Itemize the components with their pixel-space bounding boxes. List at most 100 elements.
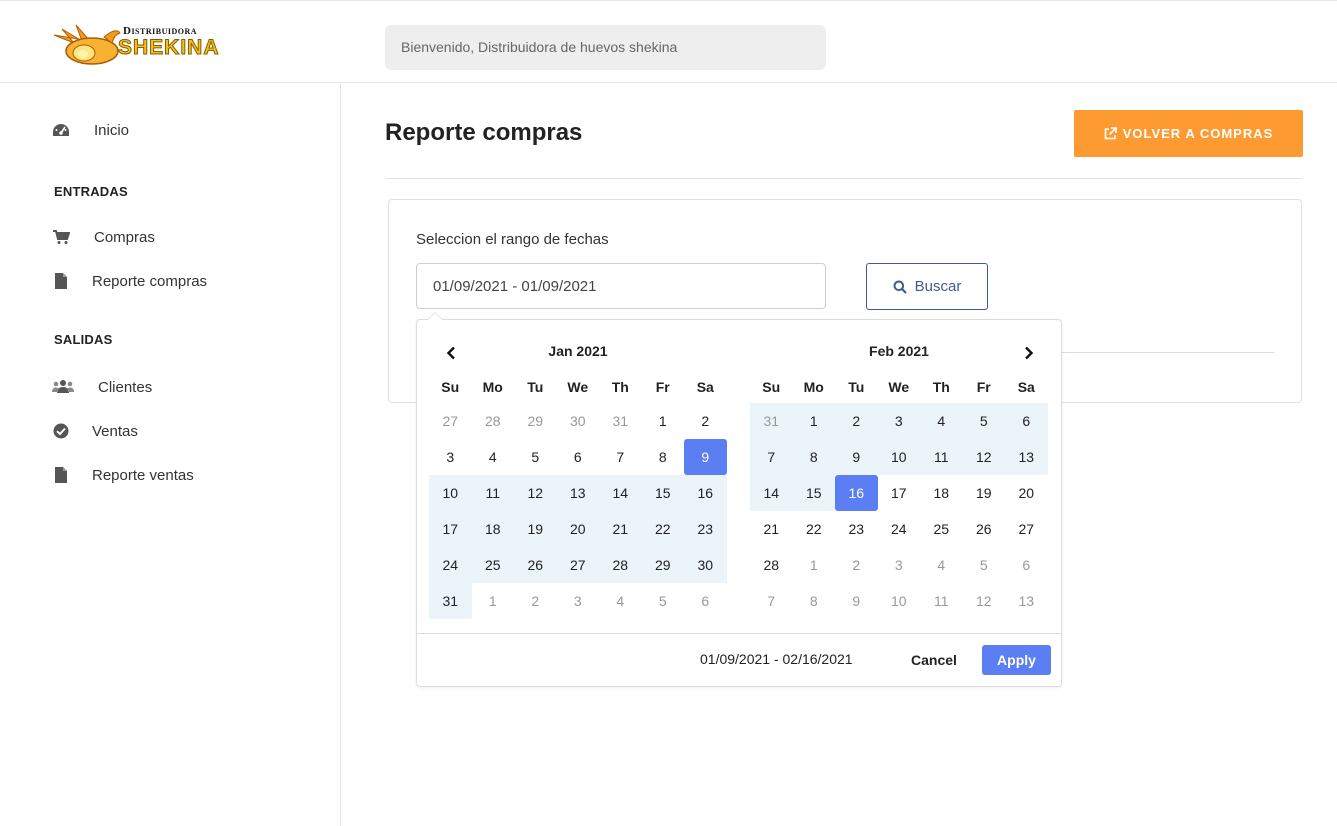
calendar-day[interactable]: 12 [514,475,557,511]
brand-logo[interactable]: Distribuidora SHEKINA [52,21,252,67]
calendar-day[interactable]: 4 [472,439,515,475]
calendar-day[interactable]: 24 [429,547,472,583]
card-divider [1062,352,1274,353]
calendar-day[interactable]: 2 [514,583,557,619]
calendar-day[interactable]: 7 [750,583,793,619]
calendar-day[interactable]: 13 [1005,583,1048,619]
calendar-day[interactable]: 6 [1005,403,1048,439]
calendar-day[interactable]: 29 [514,403,557,439]
calendar-day[interactable]: 14 [750,475,793,511]
calendar-day[interactable]: 2 [684,403,727,439]
calendar-day[interactable]: 16 [684,475,727,511]
calendar-day-selected[interactable]: 16 [835,475,878,511]
calendar-day[interactable]: 15 [641,475,684,511]
calendar-day[interactable]: 11 [471,475,514,511]
calendar-day[interactable]: 30 [684,547,727,583]
calendar-day[interactable]: 22 [793,511,836,547]
calendar-day[interactable]: 27 [556,547,599,583]
calendar-day[interactable]: 3 [429,439,472,475]
calendar-day[interactable]: 4 [920,547,963,583]
calendar-day[interactable]: 29 [641,547,684,583]
calendar-day[interactable]: 31 [429,583,472,619]
calendar-day[interactable]: 26 [514,547,557,583]
calendar-day[interactable]: 28 [472,403,515,439]
sidebar-item-reporte-ventas[interactable]: Reporte ventas [52,466,194,484]
calendar-day[interactable]: 9 [835,439,878,475]
calendar-day[interactable]: 1 [642,403,685,439]
calendar-day[interactable]: 15 [792,475,835,511]
calendar-day[interactable]: 20 [1005,475,1048,511]
calendar-day[interactable]: 14 [599,475,642,511]
calendar-day[interactable]: 17 [878,475,921,511]
back-to-compras-button[interactable]: VOLVER A COMPRAS [1074,110,1303,157]
calendar-day[interactable]: 30 [557,403,600,439]
calendar-day[interactable]: 6 [557,439,600,475]
date-range-input[interactable]: 01/09/2021 - 01/09/2021 [416,263,826,309]
calendar-day[interactable]: 5 [962,403,1005,439]
calendar-day[interactable]: 27 [1005,511,1048,547]
calendar-day[interactable]: 28 [599,547,642,583]
sidebar-item-clientes[interactable]: Clientes [52,378,152,396]
calendar-day[interactable]: 2 [835,403,878,439]
calendar-day[interactable]: 25 [471,547,514,583]
calendar-day[interactable]: 11 [920,583,963,619]
back-button-label: VOLVER A COMPRAS [1122,126,1274,141]
calendar-day[interactable]: 13 [556,475,599,511]
calendar-day[interactable]: 11 [920,439,963,475]
calendar-day[interactable]: 6 [1005,547,1048,583]
calendar-day[interactable]: 21 [750,511,793,547]
calendar-day[interactable]: 7 [750,439,793,475]
section-heading-entradas: ENTRADAS [54,184,128,199]
calendar-day[interactable]: 18 [471,511,514,547]
calendar-day[interactable]: 8 [793,583,836,619]
calendar-day[interactable]: 3 [557,583,600,619]
calendar-day[interactable]: 25 [920,511,963,547]
sidebar-item-inicio[interactable]: Inicio [52,121,129,139]
calendar-day[interactable]: 5 [963,547,1006,583]
sidebar-item-compras[interactable]: Compras [52,228,155,246]
calendar-day[interactable]: 6 [684,583,727,619]
calendar-day[interactable]: 26 [963,511,1006,547]
calendar-day[interactable]: 23 [684,511,727,547]
calendar-day[interactable]: 21 [599,511,642,547]
calendar-day[interactable]: 3 [878,547,921,583]
calendar-day[interactable]: 7 [599,439,642,475]
calendar-day[interactable]: 22 [641,511,684,547]
calendar-day[interactable]: 31 [750,403,793,439]
calendar-day[interactable]: 2 [835,547,878,583]
sidebar-item-ventas[interactable]: Ventas [52,422,138,440]
calendar-day[interactable]: 23 [835,511,878,547]
calendar-day[interactable]: 10 [878,583,921,619]
calendar-day[interactable]: 31 [599,403,642,439]
calendar-day[interactable]: 1 [793,547,836,583]
calendar-day[interactable]: 10 [877,439,920,475]
calendar-day[interactable]: 19 [514,511,557,547]
calendar-day[interactable]: 4 [920,403,963,439]
calendar-day[interactable]: 18 [920,475,963,511]
next-month-button[interactable] [1017,341,1041,365]
calendar-day[interactable]: 8 [792,439,835,475]
calendar-day[interactable]: 17 [429,511,472,547]
calendar-day[interactable]: 13 [1005,439,1048,475]
sidebar-item-reporte-compras[interactable]: Reporte compras [52,272,207,290]
calendar-day[interactable]: 4 [599,583,642,619]
calendar-day[interactable]: 12 [963,583,1006,619]
calendar-day[interactable]: 12 [962,439,1005,475]
calendar-day[interactable]: 5 [514,439,557,475]
calendar-day[interactable]: 1 [792,403,835,439]
search-button[interactable]: Buscar [866,263,988,310]
apply-button[interactable]: Apply [982,645,1051,675]
calendar-day[interactable]: 10 [429,475,472,511]
calendar-day[interactable]: 1 [472,583,515,619]
calendar-day[interactable]: 8 [642,439,685,475]
calendar-day-selected[interactable]: 9 [684,439,727,475]
calendar-day[interactable]: 27 [429,403,472,439]
calendar-day[interactable]: 3 [877,403,920,439]
calendar-day[interactable]: 9 [835,583,878,619]
calendar-day[interactable]: 28 [750,547,793,583]
cancel-button[interactable]: Cancel [898,645,970,675]
calendar-day[interactable]: 24 [878,511,921,547]
calendar-day[interactable]: 5 [642,583,685,619]
calendar-day[interactable]: 20 [556,511,599,547]
calendar-day[interactable]: 19 [963,475,1006,511]
